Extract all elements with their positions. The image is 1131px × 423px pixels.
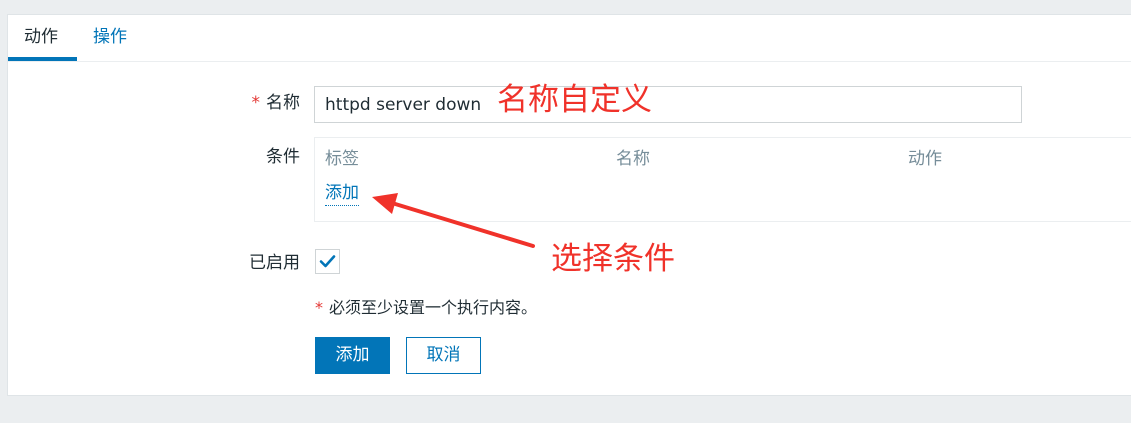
active-tab-indicator <box>8 57 77 61</box>
conditions-label: 条件 <box>266 147 300 167</box>
add-condition-link[interactable]: 添加 <box>325 181 359 206</box>
action-form-card: 动作 操作 *名称 条件 标签 名称 动作 添加 已启用 *必须至少设置一个执行… <box>7 14 1131 396</box>
enabled-checkbox[interactable] <box>315 249 340 274</box>
note-required-mark: * <box>315 298 323 317</box>
tab-bar: 动作 操作 <box>8 15 1131 62</box>
name-input[interactable] <box>314 86 1022 123</box>
annotation-choose-condition: 选择条件 <box>551 241 675 277</box>
required-note: * 必须至少设置一个执行内容。 <box>315 296 537 320</box>
conditions-column-action: 动作 <box>908 149 942 169</box>
name-label-text: 名称 <box>266 93 300 113</box>
conditions-column-label: 标签 <box>325 149 359 169</box>
note-text: 必须至少设置一个执行内容。 <box>329 298 538 317</box>
tab-action[interactable]: 动作 <box>24 25 58 49</box>
annotation-name-custom: 名称自定义 <box>497 82 652 118</box>
add-button[interactable]: 添加 <box>315 337 390 374</box>
cancel-button[interactable]: 取消 <box>406 337 481 374</box>
tab-operations[interactable]: 操作 <box>93 25 127 49</box>
conditions-table: 标签 名称 动作 添加 <box>314 137 1131 222</box>
checkmark-icon <box>319 255 336 268</box>
name-label: * 名称 <box>238 91 301 115</box>
conditions-column-name: 名称 <box>616 149 650 169</box>
required-mark: * <box>251 93 261 113</box>
enabled-label: 已启用 <box>249 253 300 273</box>
page: 动作 操作 *名称 条件 标签 名称 动作 添加 已启用 *必须至少设置一个执行… <box>0 0 1131 423</box>
